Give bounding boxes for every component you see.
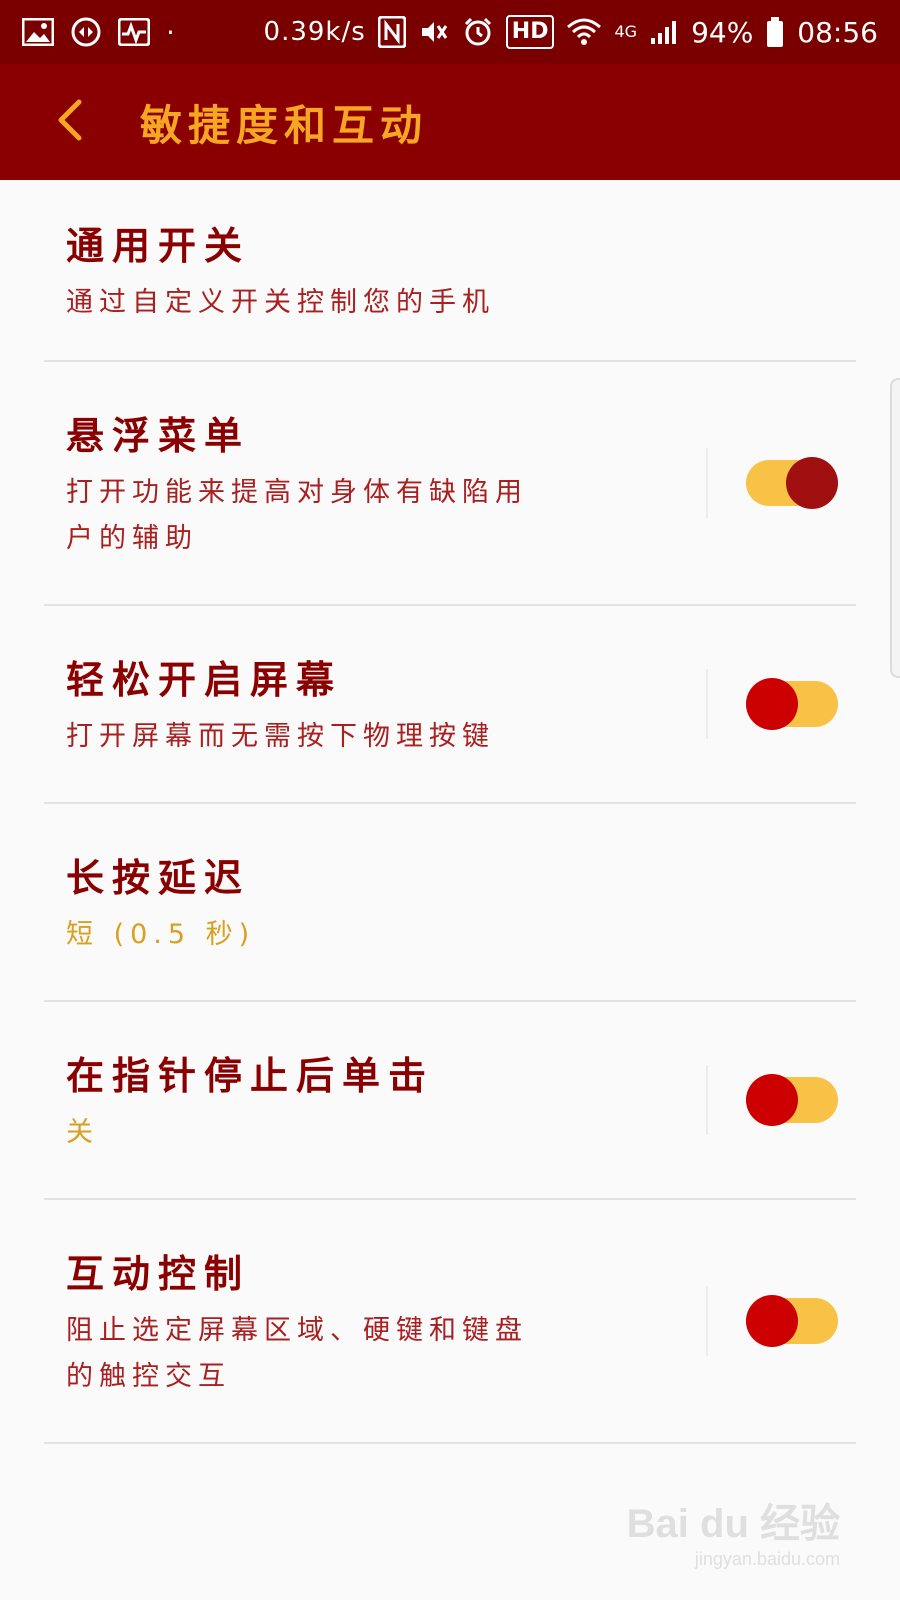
setting-subtitle: 打开屏幕而无需按下物理按键 — [66, 720, 495, 752]
back-button[interactable] — [30, 82, 110, 162]
toggle-knob — [746, 678, 798, 730]
toggle-area — [706, 1200, 856, 1442]
status-bar: · 0.39k/s HD 4G 94% 08:56 — [0, 0, 900, 64]
hd-badge: HD — [505, 15, 555, 49]
battery-icon — [765, 12, 785, 52]
sync-icon — [70, 12, 102, 52]
setting-subtitle: 打开功能来提高对身体有缺陷用户的辅助 — [66, 476, 528, 554]
toggle-area — [706, 362, 856, 604]
setting-row-easy-screen-turn-on[interactable]: 轻松开启屏幕 打开屏幕而无需按下物理按键 — [44, 606, 856, 804]
interaction-control-toggle[interactable] — [746, 1295, 838, 1347]
setting-subtitle: 通过自定义开关控制您的手机 — [66, 286, 495, 318]
click-after-pointer-toggle[interactable] — [746, 1074, 838, 1126]
setting-row-floating-menu[interactable]: 悬浮菜单 打开功能来提高对身体有缺陷用户的辅助 — [44, 362, 856, 606]
network-speed: 0.39k/s — [263, 17, 366, 47]
settings-list: 通用开关 通过自定义开关控制您的手机 悬浮菜单 打开功能来提高对身体有缺陷用户的… — [0, 180, 900, 1444]
clock: 08:56 — [797, 15, 878, 49]
battery-percent: 94% — [691, 15, 754, 49]
watermark: Bai du 经验 jingyan.baidu.com — [627, 1491, 840, 1570]
watermark-url: jingyan.baidu.com — [694, 1549, 840, 1569]
setting-row-touch-hold-delay[interactable]: 长按延迟 短 (0.5 秒) — [44, 804, 856, 1002]
toggle-knob — [786, 457, 838, 509]
image-icon — [22, 12, 54, 52]
setting-title: 在指针停止后单击 — [66, 1053, 435, 1098]
chevron-left-icon — [53, 98, 87, 146]
setting-title: 轻松开启屏幕 — [66, 657, 343, 702]
scroll-handle[interactable] — [890, 378, 900, 678]
divider — [706, 1065, 708, 1135]
setting-row-interaction-control[interactable]: 互动控制 阻止选定屏幕区域、硬键和键盘的触控交互 — [44, 1200, 856, 1444]
app-bar: 敏捷度和互动 — [0, 64, 900, 180]
toggle-knob — [746, 1295, 798, 1347]
divider — [706, 448, 708, 518]
watermark-logo: Bai du 经验 — [626, 1502, 840, 1546]
setting-title: 悬浮菜单 — [66, 413, 251, 458]
signal-icon — [649, 12, 679, 52]
setting-title: 长按延迟 — [66, 855, 251, 900]
page-title: 敏捷度和互动 — [140, 100, 429, 150]
divider — [706, 669, 708, 739]
setting-value: 关 — [66, 1116, 99, 1148]
activity-icon — [118, 12, 150, 52]
setting-value: 短 (0.5 秒) — [66, 918, 256, 950]
toggle-area — [706, 1002, 856, 1198]
setting-subtitle: 阻止选定屏幕区域、硬键和键盘的触控交互 — [66, 1314, 528, 1392]
divider — [706, 1286, 708, 1356]
setting-title: 互动控制 — [66, 1251, 251, 1296]
toggle-knob — [746, 1074, 798, 1126]
floating-menu-toggle[interactable] — [746, 457, 838, 509]
alarm-icon — [462, 12, 494, 52]
setting-title: 通用开关 — [66, 223, 251, 268]
mute-icon — [418, 12, 450, 52]
toggle-area — [706, 606, 856, 802]
wifi-icon — [566, 12, 602, 52]
setting-row-universal-switch[interactable]: 通用开关 通过自定义开关控制您的手机 — [44, 180, 856, 362]
dot-icon: · — [166, 15, 175, 49]
setting-row-click-after-pointer-stops[interactable]: 在指针停止后单击 关 — [44, 1002, 856, 1200]
nfc-icon — [377, 12, 406, 52]
network-type: 4G — [614, 22, 638, 41]
easy-screen-toggle[interactable] — [746, 678, 838, 730]
